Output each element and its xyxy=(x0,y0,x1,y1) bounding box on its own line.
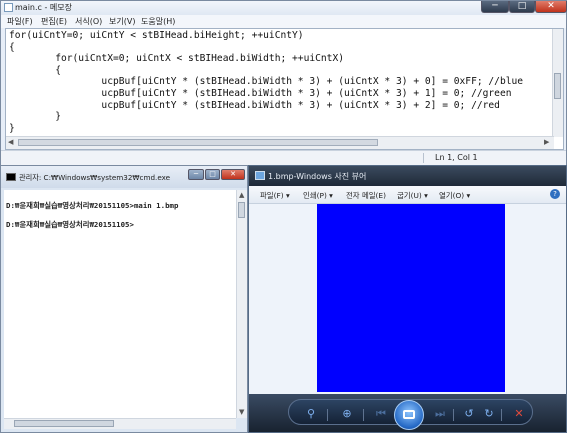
rotate-ccw-icon[interactable]: ↺ xyxy=(461,408,477,422)
next-icon[interactable]: ⏭ xyxy=(432,408,448,422)
code-line: ucpBuf[uiCntY * (stBIHead.biWidth * 3) +… xyxy=(9,76,524,88)
scroll-down-icon[interactable]: ▼ xyxy=(239,408,244,416)
code-line: } xyxy=(9,122,15,134)
menu-help[interactable]: 도움말(H) xyxy=(141,16,175,27)
cmd-vertical-scrollbar[interactable]: ▲ ▼ xyxy=(236,190,247,418)
cmd-app-icon xyxy=(6,173,16,181)
previous-icon[interactable]: ⏮ xyxy=(373,408,389,422)
maximize-button[interactable]: □ xyxy=(509,1,535,13)
zoom-icon[interactable]: ⚲ xyxy=(303,408,319,422)
viewer-menu-burn[interactable]: 굽기(U) ▾ xyxy=(397,190,428,201)
control-divider xyxy=(453,409,454,421)
rotate-cw-icon[interactable]: ↻ xyxy=(481,408,497,422)
slideshow-icon xyxy=(403,410,415,419)
close-button[interactable]: ✕ xyxy=(535,1,567,13)
notepad-titlebar[interactable]: main.c - 메모장 ─ □ ✕ xyxy=(1,1,567,15)
photo-viewer-window: 1.bmp-Windows 사진 뷰어 파일(F) ▾ 인쇄(P) ▾ 전자 메… xyxy=(248,165,567,433)
notepad-vertical-scroll-thumb[interactable] xyxy=(554,73,561,99)
cmd-maximize-button[interactable]: □ xyxy=(205,169,220,180)
notepad-title: main.c - 메모장 xyxy=(15,3,72,12)
minimize-button[interactable]: ─ xyxy=(481,1,509,13)
code-line: for(uiCntY=0; uiCntY < stBIHead.biHeight… xyxy=(9,30,304,41)
control-divider xyxy=(363,409,364,421)
displayed-image xyxy=(317,204,505,392)
notepad-horizontal-scrollbar[interactable]: ◀ ▶ xyxy=(6,136,554,149)
cmd-close-button[interactable]: ✕ xyxy=(221,169,245,180)
notepad-vertical-scrollbar[interactable] xyxy=(552,29,563,137)
menu-edit[interactable]: 편집(E) xyxy=(41,16,67,27)
notepad-window: main.c - 메모장 ─ □ ✕ 파일(F) 편집(E) 서식(O) 보기(… xyxy=(0,0,567,165)
cmd-horizontal-scroll-thumb[interactable] xyxy=(14,420,114,427)
scroll-right-icon[interactable]: ▶ xyxy=(544,138,549,146)
cmd-vertical-scroll-thumb[interactable] xyxy=(238,202,245,218)
code-line: { xyxy=(9,64,61,76)
viewer-menu-file[interactable]: 파일(F) ▾ xyxy=(260,190,290,201)
notepad-statusbar: Ln 1, Col 1 xyxy=(1,150,566,165)
notepad-horizontal-scroll-thumb[interactable] xyxy=(18,139,378,146)
control-divider xyxy=(501,409,502,421)
menu-view[interactable]: 보기(V) xyxy=(109,16,135,27)
code-line: for(uiCntX=0; uiCntX < stBIHead.biWidth;… xyxy=(9,53,345,65)
cmd-horizontal-scrollbar[interactable] xyxy=(4,418,236,429)
code-line: { xyxy=(9,41,15,53)
menu-format[interactable]: 서식(O) xyxy=(75,16,102,27)
code-line: ucpBuf[uiCntY * (stBIHead.biWidth * 3) +… xyxy=(9,87,512,99)
cursor-position: Ln 1, Col 1 xyxy=(435,153,478,162)
viewer-control-bar: ⚲ ⊕ ⏮ ⏭ ↺ ↻ ✕ xyxy=(249,394,566,432)
delete-icon[interactable]: ✕ xyxy=(511,408,527,422)
viewer-menu-email[interactable]: 전자 메일(E) xyxy=(346,190,386,201)
scroll-up-icon[interactable]: ▲ xyxy=(239,191,244,199)
code-line: ucpBuf[uiCntY * (stBIHead.biWidth * 3) +… xyxy=(9,99,500,111)
slideshow-button[interactable] xyxy=(394,400,424,430)
viewer-menu-print[interactable]: 인쇄(P) ▾ xyxy=(303,190,333,201)
control-divider xyxy=(327,409,328,421)
viewer-titlebar[interactable]: 1.bmp-Windows 사진 뷰어 xyxy=(249,166,566,186)
cmd-console[interactable]: D:₩윤재희₩실습₩영상처리₩20151105>main 1.bmp D:₩윤재… xyxy=(4,190,236,418)
console-line: D:₩윤재희₩실습₩영상처리₩20151105>main 1.bmp xyxy=(6,201,179,210)
notepad-menubar: 파일(F) 편집(E) 서식(O) 보기(V) 도움말(H) xyxy=(1,15,566,28)
help-icon[interactable]: ? xyxy=(550,189,560,199)
viewer-controls: ⚲ ⊕ ⏮ ⏭ ↺ ↻ ✕ xyxy=(288,399,533,430)
code-line: } xyxy=(9,111,61,123)
cmd-title: 관리자: C:₩Windows₩system32₩cmd.exe xyxy=(19,173,171,182)
code-text[interactable]: for(uiCntY=0; uiCntY < stBIHead.biHeight… xyxy=(9,30,523,134)
cmd-window: 관리자: C:₩Windows₩system32₩cmd.exe ─ □ ✕ D… xyxy=(0,165,248,433)
menu-file[interactable]: 파일(F) xyxy=(7,16,33,27)
console-line: D:₩윤재희₩실습₩영상처리₩20151105> xyxy=(6,220,134,229)
viewer-title: 1.bmp-Windows 사진 뷰어 xyxy=(268,172,367,181)
notepad-app-icon xyxy=(4,3,13,12)
status-divider xyxy=(423,153,424,163)
viewer-menu-open[interactable]: 열기(O) ▾ xyxy=(439,190,470,201)
scroll-left-icon[interactable]: ◀ xyxy=(8,138,13,146)
notepad-editor[interactable]: for(uiCntY=0; uiCntY < stBIHead.biHeight… xyxy=(5,28,564,150)
photo-viewer-app-icon xyxy=(255,171,265,180)
cmd-minimize-button[interactable]: ─ xyxy=(188,169,204,180)
actual-size-icon[interactable]: ⊕ xyxy=(339,408,355,422)
cmd-titlebar[interactable]: 관리자: C:₩Windows₩system32₩cmd.exe ─ □ ✕ xyxy=(1,166,247,188)
viewer-menubar: 파일(F) ▾ 인쇄(P) ▾ 전자 메일(E) 굽기(U) ▾ 열기(O) ▾… xyxy=(249,186,566,204)
